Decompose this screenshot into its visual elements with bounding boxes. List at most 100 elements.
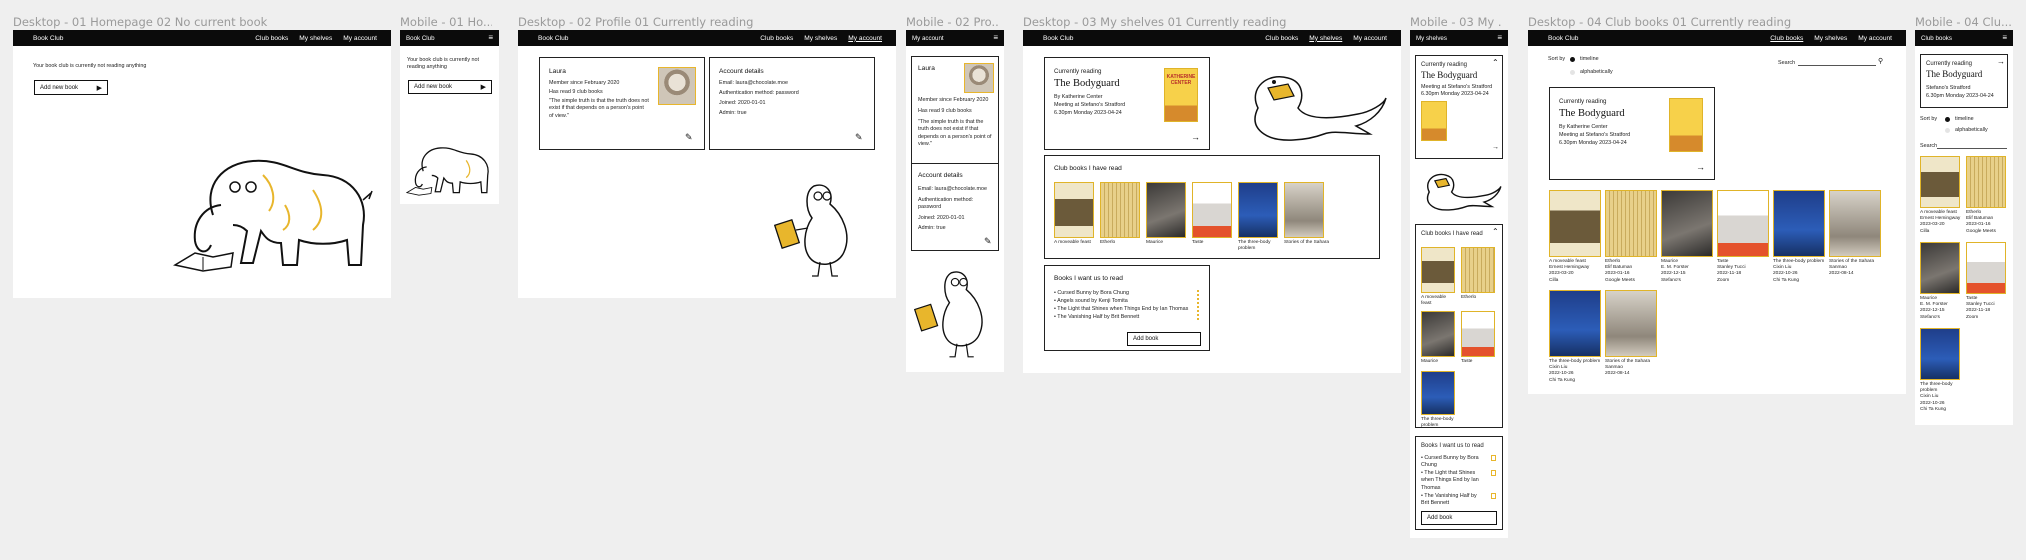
book-cover-three-body-2[interactable] xyxy=(1549,290,1601,357)
book-cover-maurice[interactable] xyxy=(1920,242,1960,294)
nav-my-account[interactable]: My account xyxy=(848,35,882,42)
nav-my-shelves[interactable]: My shelves xyxy=(299,35,332,42)
chevron-up-icon[interactable]: ⌃ xyxy=(1492,58,1499,67)
book-title: The Bodyguard xyxy=(1559,108,1625,119)
currently-reading-card[interactable]: Currently reading → The Bodyguard Stefan… xyxy=(1920,54,2008,108)
book-cover-etherlo[interactable] xyxy=(1461,247,1495,293)
nav-my-shelves[interactable]: My shelves xyxy=(1309,35,1342,42)
club-book-4-title: Taste xyxy=(1461,359,1473,364)
book-2-author: Elif Batuman xyxy=(1605,265,1633,271)
nav-club-books[interactable]: Club books xyxy=(1265,35,1298,42)
account-email: Email: laura@chocolate.moe xyxy=(918,186,987,192)
nav-my-shelves[interactable]: My shelves xyxy=(804,35,837,42)
hamburger-icon[interactable]: ≡ xyxy=(2002,34,2007,42)
trash-icon[interactable] xyxy=(1197,290,1201,320)
trash-icon[interactable] xyxy=(1491,470,1496,476)
add-book-button[interactable]: Add book xyxy=(1127,332,1201,346)
book-4-title: Taste xyxy=(1717,259,1729,264)
book-cover-maurice[interactable] xyxy=(1146,182,1186,238)
book-cover-three-body[interactable] xyxy=(1920,328,1960,380)
book-title: The Bodyguard xyxy=(1926,69,1983,79)
book-cover-taste[interactable] xyxy=(1966,242,2006,294)
meeting-place: Meeting at Stefano's Stratford xyxy=(1559,132,1631,138)
book-cover-sahara-2[interactable] xyxy=(1605,290,1657,357)
book-cover-taste[interactable] xyxy=(1461,311,1495,357)
nav-my-account[interactable]: My account xyxy=(343,35,377,42)
play-arrow-icon: ▶ xyxy=(480,84,486,91)
book-3-title: Maurice xyxy=(1920,296,1938,301)
currently-reading-card[interactable]: Currently reading The Bodyguard By Kathe… xyxy=(1044,57,1210,150)
book-cover-three-body[interactable] xyxy=(1773,190,1825,257)
pencil-icon[interactable]: ✎ xyxy=(855,132,863,143)
book-cover-three-body[interactable] xyxy=(1238,182,1278,238)
brand-logo[interactable]: Book Club xyxy=(538,35,568,42)
nav-my-shelves[interactable]: My shelves xyxy=(1814,35,1847,42)
brand-logo[interactable]: Book Club xyxy=(406,35,435,42)
book-cover-etherlo[interactable] xyxy=(1966,156,2006,208)
arrow-right-icon[interactable]: → xyxy=(1997,57,2005,66)
pencil-icon[interactable]: ✎ xyxy=(984,236,992,247)
brand-logo[interactable]: Book Club xyxy=(1548,35,1578,42)
currently-reading-card[interactable]: Currently reading The Bodyguard By Kathe… xyxy=(1549,87,1715,180)
add-book-button[interactable]: Add book xyxy=(1421,511,1497,525)
book-2-host: Google Meets xyxy=(1966,228,1996,234)
arrow-right-icon[interactable]: → xyxy=(1492,144,1499,151)
nav-club-books[interactable]: Club books xyxy=(255,35,288,42)
search-input[interactable] xyxy=(1937,148,2007,149)
sort-option-timeline: timeline xyxy=(1580,56,1599,62)
frame-mobile-profile: My account ≡ Laura Member since February… xyxy=(906,30,1004,372)
add-new-book-button[interactable]: Add new book ▶ xyxy=(34,80,108,95)
currently-reading-card[interactable]: Currently reading ⌃ The Bodyguard Meetin… xyxy=(1415,55,1503,159)
club-book-1-title: A moveable feast xyxy=(1054,240,1091,245)
sort-alphabetical-radio[interactable] xyxy=(1570,70,1575,75)
sort-timeline-radio[interactable] xyxy=(1945,117,1950,122)
want-to-read-section: Books I want us to read • Cursed Bunny b… xyxy=(1415,436,1503,530)
chevron-up-icon[interactable]: ⌃ xyxy=(1492,227,1499,236)
book-5-date: 2022-10-26 xyxy=(1773,271,1798,277)
search-icon[interactable]: ⚲ xyxy=(1878,57,1883,65)
sort-alphabetical-radio[interactable] xyxy=(1945,128,1950,133)
meeting-date: 6.30pm Monday 2023-04-24 xyxy=(1054,110,1122,116)
sort-timeline-radio[interactable] xyxy=(1570,57,1575,62)
book-cover-moveable-feast[interactable] xyxy=(1421,247,1455,293)
search-input[interactable] xyxy=(1798,65,1876,66)
book-cover-taste[interactable] xyxy=(1717,190,1769,257)
hamburger-icon[interactable]: ≡ xyxy=(488,34,493,42)
arrow-right-icon[interactable]: → xyxy=(1191,132,1200,142)
book-cover-sahara[interactable] xyxy=(1284,182,1324,238)
page-title: Club books xyxy=(1921,34,1952,42)
trash-icon[interactable] xyxy=(1491,455,1496,461)
book-cover-taste[interactable] xyxy=(1192,182,1232,238)
book-cover-maurice[interactable] xyxy=(1421,311,1455,357)
no-book-message: Your book club is currently not reading … xyxy=(407,57,480,71)
want-to-read-title: Books I want us to read xyxy=(1421,443,1484,449)
add-new-book-button[interactable]: Add new book ▶ xyxy=(408,80,492,94)
book-author: By Katherine Center xyxy=(1054,94,1103,100)
book-cover-moveable-feast[interactable] xyxy=(1549,190,1601,257)
nav-my-account[interactable]: My account xyxy=(1353,35,1387,42)
nav-club-books[interactable]: Club books xyxy=(1770,35,1803,42)
arrow-right-icon[interactable]: → xyxy=(1696,162,1705,172)
book-cover-maurice[interactable] xyxy=(1661,190,1713,257)
book-cover-three-body[interactable] xyxy=(1421,371,1455,415)
club-book-2-title: Etherlo xyxy=(1461,295,1477,300)
brand-logo[interactable]: Book Club xyxy=(33,35,63,42)
book-4-info: Taste Stanley Tucci 2022-11-18 Zoom xyxy=(1717,259,1771,284)
hamburger-icon[interactable]: ≡ xyxy=(993,34,998,42)
brand-logo[interactable]: Book Club xyxy=(1043,35,1073,42)
want-item-2-text: The Light that Shines when Things End by… xyxy=(1421,470,1479,491)
trash-icon[interactable] xyxy=(1491,493,1496,499)
book-cover-moveable-feast[interactable] xyxy=(1054,182,1094,238)
pencil-icon[interactable]: ✎ xyxy=(685,132,693,143)
frame-title-desktop-profile: Desktop - 02 Profile 01 Currently readin… xyxy=(518,15,754,29)
book-author: By Katherine Center xyxy=(1559,124,1608,130)
book-cover-etherlo[interactable] xyxy=(1100,182,1140,238)
frame-title-desktop-clubbooks: Desktop - 04 Club books 01 Currently rea… xyxy=(1528,15,1792,29)
nav-club-books[interactable]: Club books xyxy=(760,35,793,42)
book-cover-etherlo[interactable] xyxy=(1605,190,1657,257)
hamburger-icon[interactable]: ≡ xyxy=(1497,34,1502,42)
book-cover-sahara[interactable] xyxy=(1829,190,1881,257)
nav-my-account[interactable]: My account xyxy=(1858,35,1892,42)
book-cover-moveable-feast[interactable] xyxy=(1920,156,1960,208)
meeting-place: Meeting at Stefano's Stratford xyxy=(1054,102,1126,108)
